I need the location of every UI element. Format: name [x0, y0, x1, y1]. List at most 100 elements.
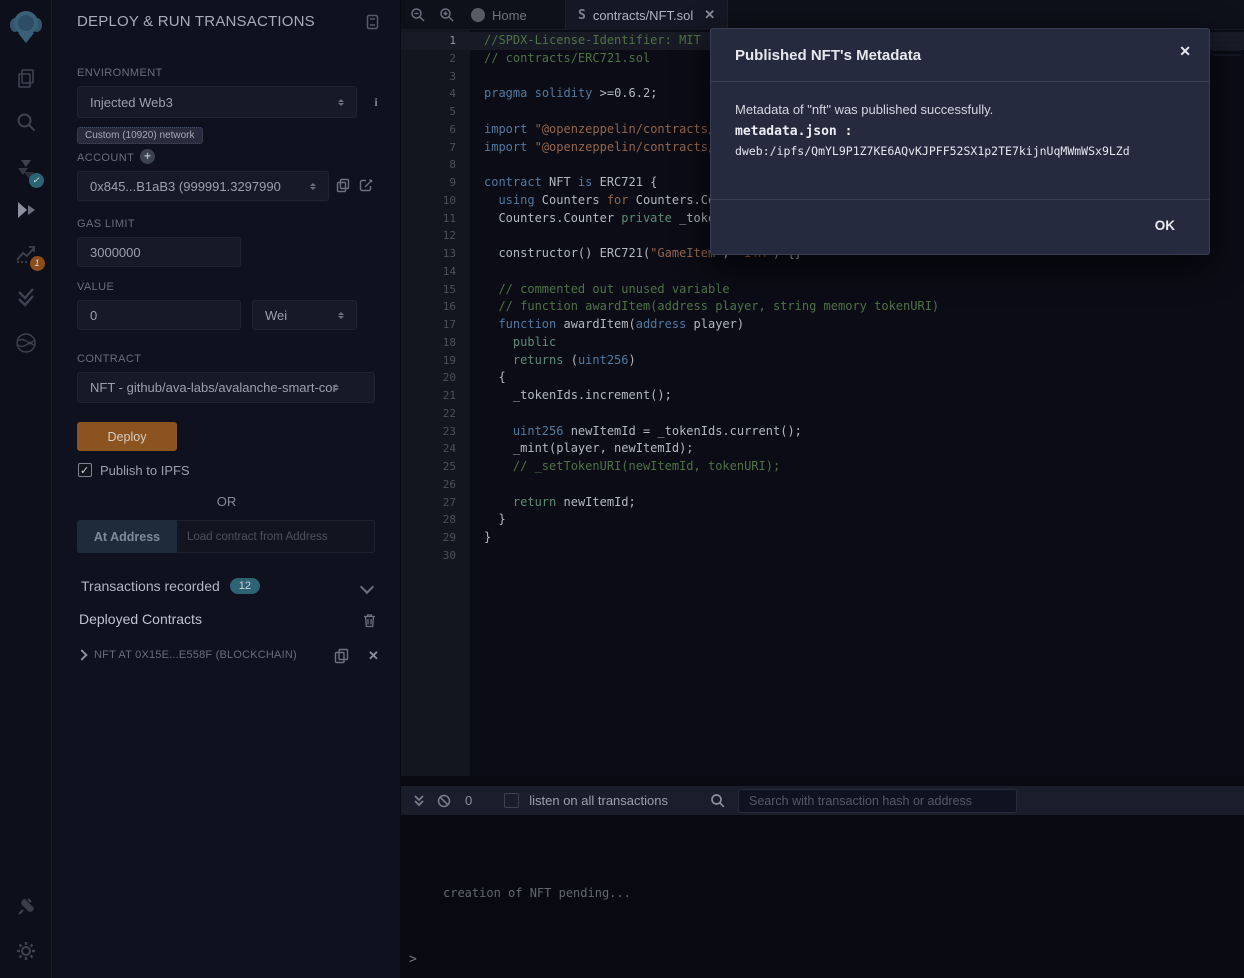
gas-limit-input[interactable]: 3000000 [77, 237, 241, 267]
home-tab-logo-icon [471, 8, 485, 22]
line-number[interactable]: 23 [401, 423, 456, 441]
add-account-icon[interactable]: + [140, 149, 155, 164]
line-number[interactable]: 15 [401, 281, 456, 299]
line-number[interactable]: 3 [401, 68, 456, 86]
compiler-success-badge: ✓ [29, 173, 44, 188]
line-number[interactable]: 9 [401, 174, 456, 192]
line-number[interactable]: 6 [401, 121, 456, 139]
terminal-prompt[interactable]: > [409, 952, 417, 967]
file-explorer-icon[interactable] [15, 67, 37, 89]
search-icon[interactable] [15, 112, 36, 133]
line-number[interactable]: 12 [401, 227, 456, 245]
deploy-button[interactable]: Deploy [77, 422, 177, 451]
code-line[interactable]: 22 [401, 405, 1244, 423]
chevron-right-icon[interactable] [76, 649, 87, 660]
line-number[interactable]: 1 [401, 32, 456, 50]
contract-select[interactable]: NFT - github/ava-labs/avalanche-smart-co… [77, 372, 375, 403]
at-address-button[interactable]: At Address [77, 520, 177, 553]
line-number[interactable]: 13 [401, 245, 456, 263]
line-number[interactable]: 22 [401, 405, 456, 423]
code-line[interactable]: 25 // _setTokenURI(newItemId, tokenURI); [401, 458, 1244, 476]
line-number[interactable]: 30 [401, 547, 456, 565]
line-number[interactable]: 10 [401, 192, 456, 210]
line-number[interactable]: 17 [401, 316, 456, 334]
deployed-contract-label: NFT AT 0X15E...E558F (BLOCKCHAIN) [94, 649, 297, 661]
line-number[interactable]: 29 [401, 529, 456, 547]
line-number[interactable]: 8 [401, 156, 456, 174]
modal-close-icon[interactable]: ✕ [1179, 43, 1191, 60]
code-line[interactable]: 27 return newItemId; [401, 494, 1244, 512]
modal-footer: OK [711, 199, 1209, 254]
line-number[interactable]: 2 [401, 50, 456, 68]
copy-account-icon[interactable] [336, 178, 350, 193]
line-number[interactable]: 19 [401, 352, 456, 370]
solidity-compiler-icon[interactable]: ✓ [15, 158, 37, 182]
transactions-recorded-toggle[interactable]: Transactions recorded 12 [81, 578, 260, 594]
debugger-icon[interactable] [15, 332, 37, 354]
code-line[interactable]: 17 function awardItem(address player) [401, 316, 1244, 334]
line-number[interactable]: 18 [401, 334, 456, 352]
settings-gear-icon[interactable] [16, 941, 36, 961]
account-select[interactable]: 0x845...B1aB3 (999991.3297990 [77, 171, 329, 201]
tab-contracts-nft-sol[interactable]: S contracts/NFT.sol ✕ [565, 0, 728, 30]
modal-header: Published NFT's Metadata ✕ [711, 29, 1209, 82]
line-number[interactable]: 4 [401, 85, 456, 103]
unit-testing-icon[interactable] [15, 286, 37, 308]
line-number[interactable]: 27 [401, 494, 456, 512]
line-number[interactable]: 16 [401, 298, 456, 316]
code-line[interactable]: 20 { [401, 369, 1244, 387]
line-number[interactable]: 11 [401, 210, 456, 228]
clear-deployed-trash-icon[interactable] [363, 613, 376, 628]
line-number[interactable]: 20 [401, 369, 456, 387]
editor-zoom-in-icon[interactable] [439, 7, 455, 23]
environment-select[interactable]: Injected Web3 [77, 86, 357, 118]
chevron-down-icon[interactable] [360, 580, 374, 594]
code-line[interactable]: 21 _tokenIds.increment(); [401, 387, 1244, 405]
listen-all-transactions-checkbox[interactable] [504, 793, 519, 808]
code-line[interactable]: 30 [401, 547, 1244, 565]
remove-contract-icon[interactable]: ✕ [368, 648, 379, 664]
modal-ok-button[interactable]: OK [1155, 218, 1175, 233]
line-number[interactable]: 14 [401, 263, 456, 281]
code-line[interactable]: 29} [401, 529, 1244, 547]
edit-account-icon[interactable] [359, 178, 374, 193]
close-tab-icon[interactable]: ✕ [704, 7, 715, 23]
clear-console-icon[interactable] [437, 794, 451, 808]
line-number[interactable]: 28 [401, 511, 456, 529]
plugin-manager-icon[interactable] [15, 896, 37, 918]
analytics-icon[interactable]: 1 [14, 243, 38, 265]
value-input[interactable]: 0 [77, 300, 241, 330]
tab-home[interactable]: Home [459, 0, 539, 30]
remix-logo-icon[interactable] [9, 9, 43, 45]
at-address-input[interactable] [177, 520, 375, 553]
terminal-search-input[interactable] [738, 789, 1017, 813]
code-line[interactable]: 16 // function awardItem(address player,… [401, 298, 1244, 316]
line-number[interactable]: 24 [401, 440, 456, 458]
editor-zoom-out-icon[interactable] [410, 7, 426, 23]
line-number[interactable]: 21 [401, 387, 456, 405]
select-caret-icon [333, 381, 339, 394]
code-line[interactable]: 26 [401, 476, 1244, 494]
transactions-recorded-label: Transactions recorded [81, 578, 220, 594]
publish-ipfs-checkbox[interactable] [78, 463, 92, 477]
value-unit-select[interactable]: Wei [252, 300, 357, 330]
line-number[interactable]: 7 [401, 139, 456, 157]
copy-contract-icon[interactable] [334, 648, 349, 664]
code-line[interactable]: 14 [401, 263, 1244, 281]
environment-info-icon[interactable]: i [369, 95, 383, 109]
code-line[interactable]: 23 uint256 newItemId = _tokenIds.current… [401, 423, 1244, 441]
line-number[interactable]: 25 [401, 458, 456, 476]
editor-minimap[interactable] [1213, 34, 1241, 56]
code-line[interactable]: 19 returns (uint256) [401, 352, 1244, 370]
collapse-terminal-icon[interactable] [413, 794, 425, 807]
code-line[interactable]: 18 public [401, 334, 1244, 352]
modal-body: Metadata of "nft" was published successf… [711, 82, 1209, 158]
deployed-contract-item[interactable]: NFT AT 0X15E...E558F (BLOCKCHAIN) [78, 649, 297, 661]
line-number[interactable]: 26 [401, 476, 456, 494]
code-line[interactable]: 15 // commented out unused variable [401, 281, 1244, 299]
code-line[interactable]: 24 _mint(player, newItemId); [401, 440, 1244, 458]
line-number[interactable]: 5 [401, 103, 456, 121]
deploy-run-icon[interactable] [15, 200, 37, 222]
code-line[interactable]: 28 } [401, 511, 1244, 529]
docs-icon[interactable] [365, 14, 380, 30]
